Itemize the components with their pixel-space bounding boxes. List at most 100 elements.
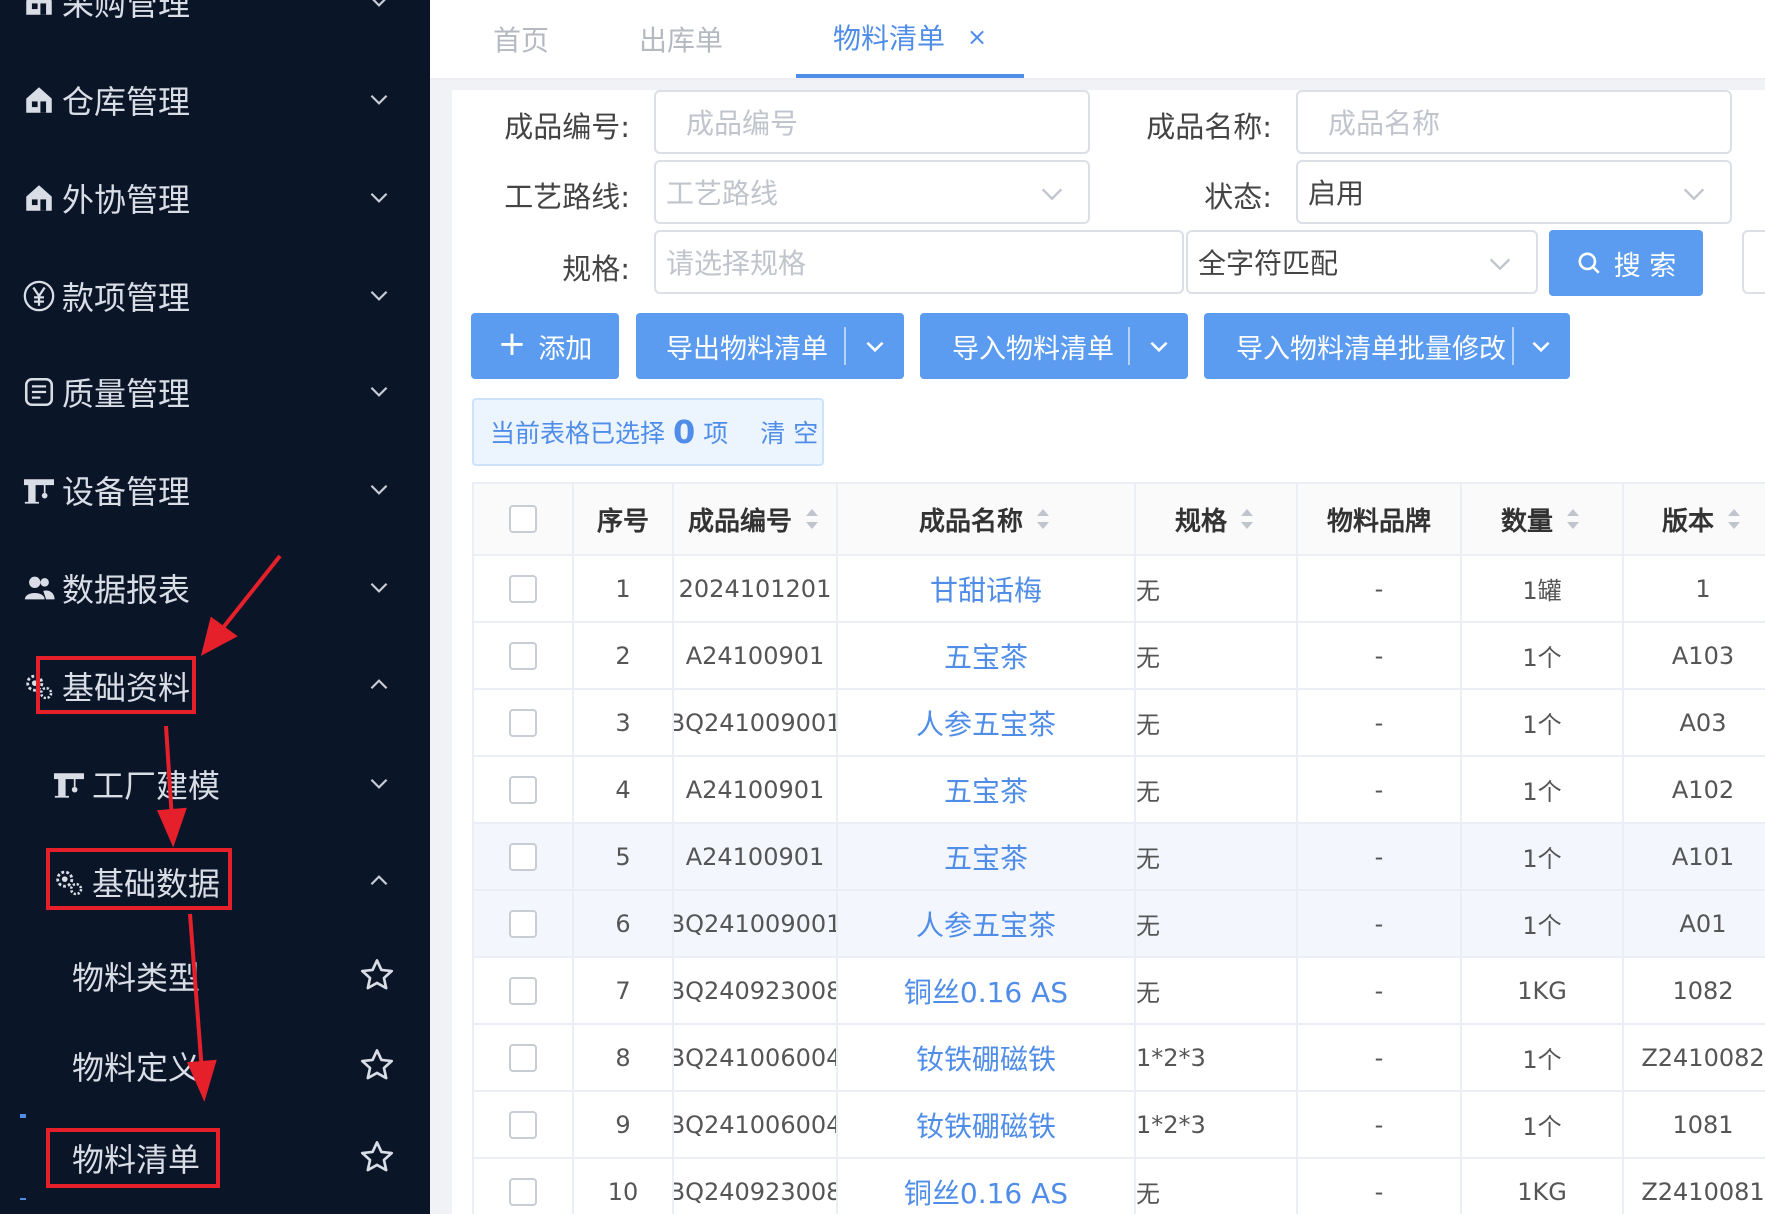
chevron-down-icon[interactable] — [862, 333, 888, 359]
sidebar-menu-7[interactable]: 基础资料 — [0, 646, 430, 726]
row-checkbox[interactable] — [509, 641, 537, 670]
product-code-input[interactable]: 成品编号 — [654, 90, 1090, 154]
product-name-label: 成品名称: — [1146, 110, 1272, 144]
cell-code: BQ241006004 — [674, 1025, 838, 1090]
row-checkbox[interactable] — [509, 976, 537, 1005]
match-mode-select[interactable]: 全字符匹配 — [1186, 230, 1538, 294]
column-header[interactable]: 数量 — [1462, 484, 1624, 554]
table-row[interactable]: 3 BQ241009001 人参五宝茶 无 -1个 A03 — [474, 690, 1765, 757]
sidebar-menu-label: 质量管理 — [62, 375, 191, 413]
clear-selection-link[interactable]: 清 空 — [760, 414, 818, 450]
chevron-down-icon[interactable] — [1146, 333, 1172, 359]
add-button[interactable]: + 添加 — [471, 313, 619, 379]
column-header[interactable]: 成品编号 — [674, 484, 838, 554]
product-name-link[interactable]: 钕铁硼磁铁 — [916, 1105, 1056, 1145]
sort-icon[interactable] — [1033, 505, 1053, 533]
product-name-link[interactable]: 钕铁硼磁铁 — [916, 1038, 1056, 1078]
product-code-label: 成品编号: — [504, 110, 630, 144]
sidebar-menu-1[interactable]: 仓库管理 — [0, 60, 430, 140]
sidebar-submenu-label: 基础数据 — [92, 865, 221, 903]
product-name-link[interactable]: 人参五宝茶 — [916, 703, 1056, 743]
tab-2[interactable]: 物料清单 × — [796, 0, 1024, 78]
table-row[interactable]: 9 BQ241006004 钕铁硼磁铁 1*2*3-1个 1081 — [474, 1092, 1765, 1159]
route-select[interactable]: 工艺路线 — [654, 160, 1090, 224]
product-name-link[interactable]: 五宝茶 — [944, 837, 1028, 877]
cell-version: A102 — [1624, 757, 1765, 822]
table-row[interactable]: 10 BQ240923008 铜丝0.16 AS 无 -1KG Z2410081 — [474, 1159, 1765, 1214]
cell-no: 7 — [574, 958, 674, 1023]
sidebar-submenu-0[interactable]: 工厂建模 — [0, 744, 430, 824]
sidebar-menu-3[interactable]: 款项管理 — [0, 256, 430, 336]
chevron-down-icon[interactable] — [1528, 333, 1554, 359]
cell-version: A103 — [1624, 623, 1765, 688]
search-label: 搜 索 — [1613, 250, 1677, 282]
sidebar-menu-6[interactable]: 数据报表 — [0, 548, 430, 628]
row-checkbox[interactable] — [509, 842, 537, 871]
tab-1[interactable]: 出库单 — [620, 0, 742, 78]
sidebar-leaf-1[interactable]: 物料定义 — [0, 1026, 430, 1106]
sidebar-menu-4[interactable]: 质量管理 — [0, 352, 430, 432]
column-header: 序号 — [574, 484, 674, 554]
star-icon[interactable] — [358, 1138, 396, 1176]
table-row[interactable]: 4 A24100901 五宝茶 无 -1个 A102 — [474, 757, 1765, 824]
product-name-link[interactable]: 五宝茶 — [944, 636, 1028, 676]
product-name-link[interactable]: 甘甜话梅 — [930, 569, 1042, 609]
sort-icon[interactable] — [1724, 505, 1744, 533]
sidebar-submenu-1[interactable]: 基础数据 — [0, 842, 430, 922]
cell-brand: - — [1298, 757, 1462, 822]
spec-select[interactable]: 请选择规格 — [654, 230, 1184, 294]
export-button[interactable]: 导出物料清单 — [636, 313, 904, 379]
cell-brand: - — [1298, 623, 1462, 688]
import-batch-button[interactable]: 导入物料清单批量修改 — [1204, 313, 1570, 379]
chevron-down-icon — [370, 778, 388, 789]
table-row[interactable]: 6 BQ241009001 人参五宝茶 无 -1个 A01 — [474, 891, 1765, 958]
cell-spec: 无 — [1136, 824, 1298, 889]
crane-icon — [20, 471, 58, 509]
row-checkbox[interactable] — [509, 708, 537, 737]
table-row[interactable]: 5 A24100901 五宝茶 无 -1个 A101 — [474, 824, 1765, 891]
product-name-link[interactable]: 铜丝0.16 AS — [904, 971, 1068, 1011]
column-header: 物料品牌 — [1298, 484, 1462, 554]
star-icon[interactable] — [358, 956, 396, 994]
product-name-link[interactable]: 人参五宝茶 — [916, 904, 1056, 944]
select-all-checkbox[interactable] — [509, 505, 537, 533]
split-divider — [1128, 327, 1130, 365]
sidebar-menu-0[interactable]: 采购管理 — [0, 0, 430, 42]
status-select[interactable]: 启用 — [1296, 160, 1732, 224]
sort-icon[interactable] — [802, 505, 822, 533]
sidebar-leaf-2[interactable]: 物料清单 — [0, 1118, 430, 1198]
row-checkbox[interactable] — [509, 574, 537, 603]
search-button[interactable]: 搜 索 — [1549, 230, 1703, 296]
row-checkbox[interactable] — [509, 1177, 537, 1206]
row-checkbox[interactable] — [509, 1110, 537, 1139]
product-name-input[interactable]: 成品名称 — [1296, 90, 1732, 154]
row-checkbox[interactable] — [509, 909, 537, 938]
match-mode-value: 全字符匹配 — [1198, 247, 1339, 280]
sidebar-leaf-0[interactable]: 物料类型 — [0, 936, 430, 1016]
sidebar-menu-5[interactable]: 设备管理 — [0, 450, 430, 530]
product-name-link[interactable]: 铜丝0.16 AS — [904, 1172, 1068, 1212]
table-row[interactable]: 8 BQ241006004 钕铁硼磁铁 1*2*3-1个 Z2410082 — [474, 1025, 1765, 1092]
import-button[interactable]: 导入物料清单 — [920, 313, 1188, 379]
table-row[interactable]: 7 BQ240923008 铜丝0.16 AS 无 -1KG 1082 — [474, 958, 1765, 1025]
reset-button-partial[interactable] — [1742, 230, 1765, 294]
product-name-link[interactable]: 五宝茶 — [944, 770, 1028, 810]
row-checkbox[interactable] — [509, 1043, 537, 1072]
cell-qty: 1个 — [1462, 1092, 1624, 1157]
sidebar-menu-label: 基础资料 — [62, 669, 191, 707]
column-header[interactable]: 规格 — [1136, 484, 1298, 554]
chevron-down-icon — [370, 192, 388, 203]
table-row[interactable]: 2 A24100901 五宝茶 无 -1个 A103 — [474, 623, 1765, 690]
sidebar-menu-2[interactable]: 外协管理 — [0, 158, 430, 238]
tab-0[interactable]: 首页 — [460, 0, 582, 78]
star-icon[interactable] — [358, 1046, 396, 1084]
row-checkbox[interactable] — [509, 775, 537, 804]
cell-no: 4 — [574, 757, 674, 822]
column-header[interactable]: 成品名称 — [838, 484, 1136, 554]
sort-icon[interactable] — [1237, 505, 1257, 533]
column-header[interactable]: 版本 — [1624, 484, 1765, 554]
close-icon[interactable]: × — [967, 23, 987, 51]
sort-icon[interactable] — [1563, 505, 1583, 533]
table-row[interactable]: 1 2024101201 甘甜话梅无 -1罐 1 — [474, 556, 1765, 623]
sidebar-menu-label: 款项管理 — [62, 279, 191, 317]
